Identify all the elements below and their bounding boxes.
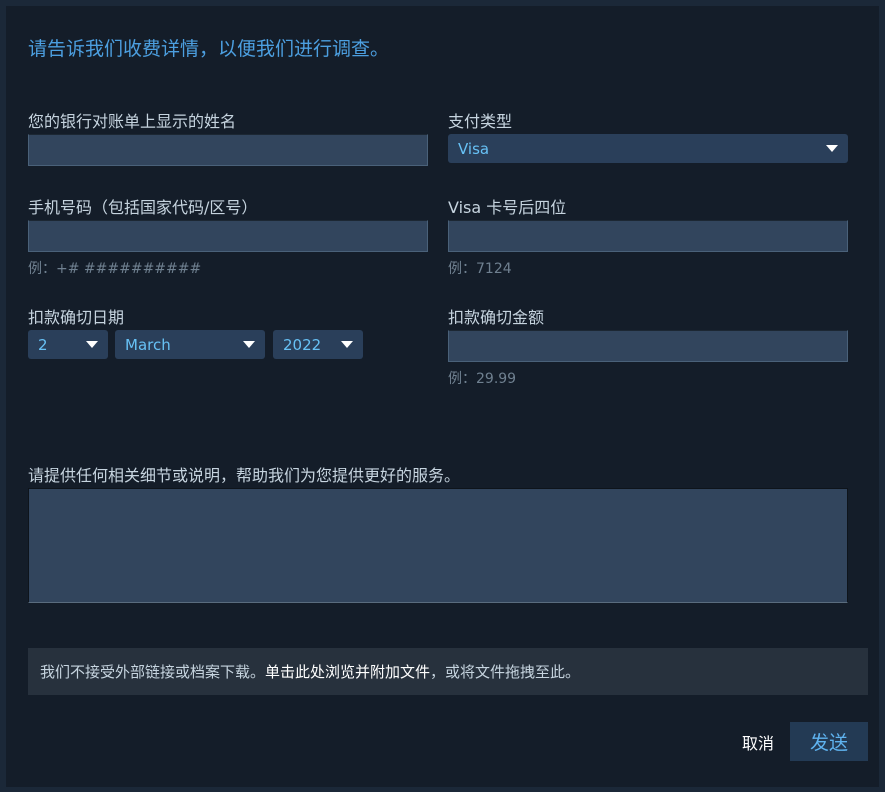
phone-label: 手机号码（包括国家代码/区号）: [28, 198, 258, 217]
cancel-button[interactable]: 取消: [742, 730, 774, 754]
send-button[interactable]: 发送: [790, 722, 868, 761]
chevron-down-icon: [341, 341, 353, 348]
phone-input[interactable]: [28, 220, 428, 252]
charge-amount-input[interactable]: [448, 330, 848, 362]
payment-type-select[interactable]: Visa: [448, 134, 848, 163]
year-value: 2022: [283, 335, 322, 354]
phone-hint: 例：+# ##########: [28, 261, 202, 277]
chevron-down-icon: [86, 341, 98, 348]
charge-date-label: 扣款确切日期: [28, 308, 125, 327]
attach-file-link[interactable]: 单击此处浏览并附加文件: [265, 661, 430, 682]
month-value: March: [125, 335, 171, 354]
payment-type-value: Visa: [458, 139, 490, 158]
chevron-down-icon: [826, 145, 838, 152]
card-last4-label: Visa 卡号后四位: [448, 198, 567, 217]
day-value: 2: [38, 335, 48, 354]
month-select[interactable]: March: [115, 330, 265, 359]
form-headline: 请告诉我们收费详情，以便我们进行调查。: [28, 38, 390, 60]
card-last4-input[interactable]: [448, 220, 848, 252]
details-label: 请提供任何相关细节或说明，帮助我们为您提供更好的服务。: [28, 466, 461, 485]
year-select[interactable]: 2022: [273, 330, 363, 359]
charge-details-form: 请告诉我们收费详情，以便我们进行调查。 您的银行对账单上显示的姓名 支付类型 V…: [6, 6, 879, 787]
payment-type-label: 支付类型: [448, 112, 513, 131]
chevron-down-icon: [243, 341, 255, 348]
attachment-suffix: ，或将文件拖拽至此。: [430, 663, 581, 681]
bank-name-label: 您的银行对账单上显示的姓名: [28, 112, 237, 131]
bank-name-input[interactable]: [28, 134, 428, 166]
attachment-prefix: 我们不接受外部链接或档案下载。: [40, 663, 266, 681]
charge-amount-hint: 例：29.99: [448, 371, 517, 387]
card-last4-hint: 例：7124: [448, 261, 512, 277]
attachment-dropzone[interactable]: 我们不接受外部链接或档案下载。 单击此处浏览并附加文件 ，或将文件拖拽至此。: [28, 648, 868, 695]
day-select[interactable]: 2: [28, 330, 108, 359]
charge-amount-label: 扣款确切金额: [448, 308, 545, 327]
details-textarea[interactable]: [28, 488, 848, 603]
